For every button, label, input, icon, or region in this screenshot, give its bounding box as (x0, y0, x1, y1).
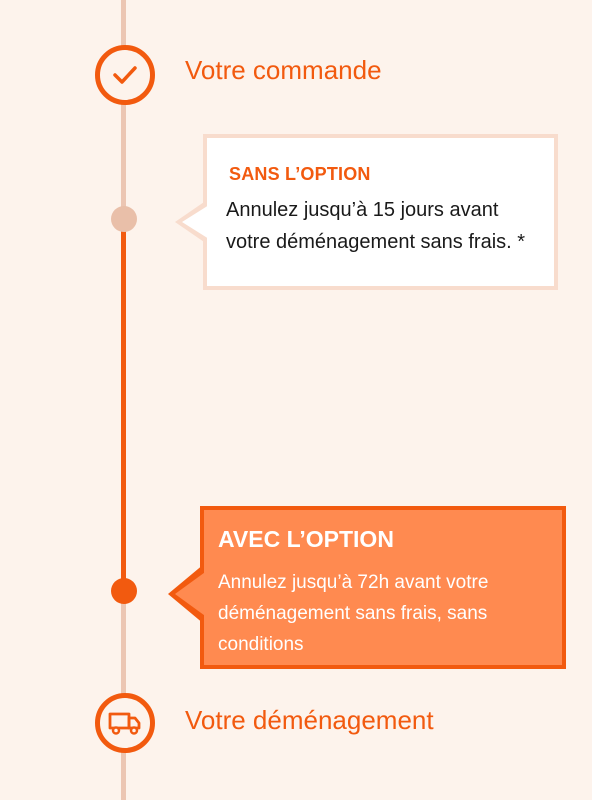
without-option-marker (111, 206, 137, 232)
without-option-text: Annulez jusqu’à 15 jours avant votre dém… (226, 199, 526, 253)
with-option-card: AVEC L’OPTION Annulez jusqu’à 72h avant … (168, 506, 566, 669)
without-option-title: SANS L’OPTION (229, 164, 371, 184)
with-option-marker (111, 578, 137, 604)
with-option-title: AVEC L’OPTION (218, 526, 394, 552)
without-option-card-pointer (175, 200, 209, 244)
moving-milestone (95, 693, 155, 753)
with-option-card-pointer (168, 564, 208, 624)
moving-step-label: Votre déménagement (185, 705, 434, 735)
truck-icon (108, 712, 141, 735)
order-milestone (95, 45, 155, 105)
with-option-text: Annulez jusqu’à 72h avant votre déménage… (218, 572, 489, 655)
without-option-card: SANS L’OPTION Annulez jusqu’à 15 jours a… (175, 134, 558, 290)
check-icon (113, 66, 137, 84)
timeline-active-segment (121, 218, 126, 591)
order-step-label: Votre commande (185, 55, 382, 85)
